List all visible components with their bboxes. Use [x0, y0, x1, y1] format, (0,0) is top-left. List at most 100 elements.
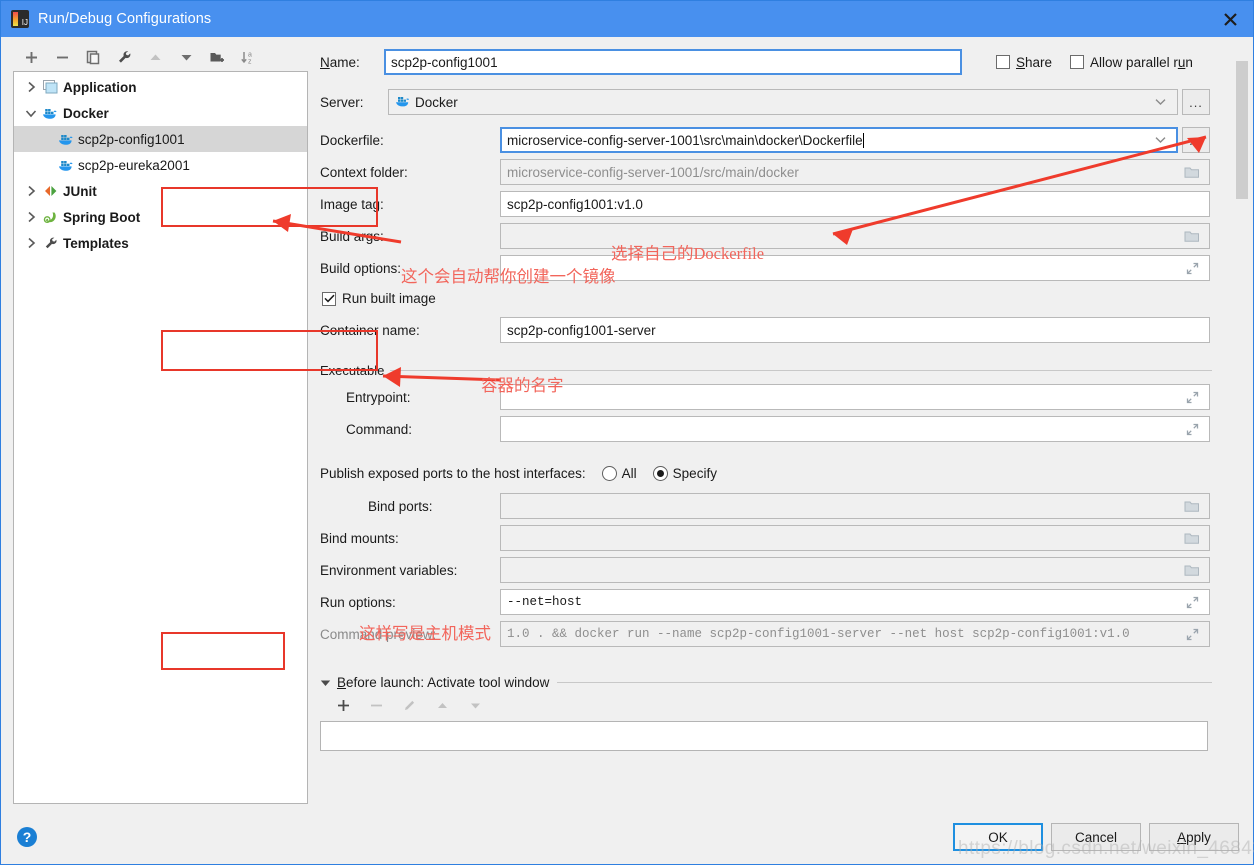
intellij-idea-icon: [11, 10, 29, 28]
build-args-input[interactable]: [500, 223, 1210, 249]
dockerfile-input[interactable]: microservice-config-server-1001\src\main…: [500, 127, 1178, 153]
tree-item-scp2p-eureka2001[interactable]: scp2p-eureka2001: [14, 152, 307, 178]
command-preview-label: Command preview:: [320, 626, 437, 642]
chevron-right-icon[interactable]: [22, 81, 40, 93]
expand-icon[interactable]: [1181, 590, 1203, 614]
folder-icon[interactable]: [1181, 224, 1203, 248]
build-options-label: Build options:: [320, 260, 402, 276]
dialog-body: a z Application Docker scp2p-config1001 scp…: [1, 37, 1253, 810]
environment-variables-input[interactable]: [500, 557, 1210, 583]
server-browse-button[interactable]: ...: [1182, 89, 1210, 115]
tree-item-templates[interactable]: Templates: [14, 230, 307, 256]
tree-item-junit[interactable]: JUnit: [14, 178, 307, 204]
bind-ports-label: Bind ports:: [368, 498, 433, 514]
run-options-value: --net=host: [507, 595, 583, 609]
folder-icon[interactable]: [1181, 558, 1203, 582]
before-launch-add-button[interactable]: [336, 698, 353, 715]
sort-az-icon[interactable]: a z: [240, 49, 257, 66]
tree-item-spring-boot[interactable]: Spring Boot: [14, 204, 307, 230]
before-launch-move-down-button: [468, 698, 485, 715]
configuration-editor: Name: scp2p-config1001 Share Allow paral…: [316, 37, 1253, 810]
server-label: Server:: [320, 94, 364, 110]
expand-icon[interactable]: [1181, 417, 1203, 441]
cancel-button[interactable]: Cancel: [1051, 823, 1141, 851]
form-scrollbar-thumb[interactable]: [1236, 61, 1248, 199]
help-icon[interactable]: ?: [17, 827, 37, 847]
publish-all-label: All: [621, 466, 637, 481]
wrench-icon[interactable]: [116, 49, 133, 66]
publish-ports-label: Publish exposed ports to the host interf…: [320, 466, 586, 481]
publish-specify-label: Specify: [672, 466, 717, 481]
share-checkbox[interactable]: [996, 55, 1010, 69]
triangle-down-icon[interactable]: [320, 675, 331, 690]
container-name-label: Container name:: [320, 322, 420, 338]
minus-icon[interactable]: [54, 49, 71, 66]
chevron-down-icon[interactable]: [1149, 98, 1171, 106]
entrypoint-input[interactable]: [500, 384, 1210, 410]
arrow-down-icon[interactable]: [178, 49, 195, 66]
name-input[interactable]: scp2p-config1001: [384, 49, 962, 75]
environment-variables-label: Environment variables:: [320, 562, 458, 578]
chevron-right-icon[interactable]: [22, 211, 40, 223]
copy-icon[interactable]: [85, 49, 102, 66]
chevron-right-icon[interactable]: [22, 237, 40, 249]
folder-icon[interactable]: [1181, 526, 1203, 550]
dockerfile-label: Dockerfile:: [320, 132, 384, 148]
context-folder-value: microservice-config-server-1001/src/main…: [507, 164, 799, 180]
command-preview-value: 1.0 . && docker run --name scp2p-config1…: [507, 627, 1130, 641]
image-tag-input[interactable]: scp2p-config1001:v1.0: [500, 191, 1210, 217]
executable-group-label: Executable: [320, 363, 385, 378]
folder-icon[interactable]: [1181, 494, 1203, 518]
before-launch-list[interactable]: [320, 721, 1208, 751]
ok-button[interactable]: OK: [953, 823, 1043, 851]
configurations-toolbar: a z: [13, 43, 308, 71]
allow-parallel-run-checkbox[interactable]: [1070, 55, 1085, 69]
command-input[interactable]: [500, 416, 1210, 442]
svg-text:z: z: [248, 58, 252, 65]
chevron-right-icon[interactable]: [22, 185, 40, 197]
apply-button[interactable]: Apply: [1149, 823, 1239, 851]
dialog-title: Run/Debug Configurations: [38, 11, 212, 27]
command-label: Command:: [346, 421, 413, 437]
expand-icon[interactable]: [1181, 385, 1203, 409]
plus-icon[interactable]: [23, 49, 40, 66]
expand-icon[interactable]: [1181, 256, 1203, 280]
dialog-footer: ? OK Cancel Apply: [1, 810, 1253, 864]
run-built-image-label: Run built image: [342, 291, 436, 306]
dialog-button-bar: OK Cancel Apply: [953, 823, 1239, 851]
dialog-titlebar: Run/Debug Configurations: [1, 1, 1253, 37]
chevron-down-icon[interactable]: [1149, 136, 1171, 144]
tree-item-docker[interactable]: Docker: [14, 100, 307, 126]
command-preview-field[interactable]: 1.0 . && docker run --name scp2p-config1…: [500, 621, 1210, 647]
dockerfile-browse-button[interactable]: ...: [1182, 127, 1210, 153]
server-combobox[interactable]: Docker: [395, 94, 458, 110]
configurations-panel: a z Application Docker scp2p-config1001 scp…: [1, 37, 316, 810]
tree-item-label: JUnit: [63, 183, 97, 199]
form-scrollbar[interactable]: [1235, 61, 1249, 751]
wrench-icon: [40, 236, 60, 250]
expand-icon[interactable]: [1181, 622, 1203, 646]
tree-item-scp2p-config1001[interactable]: scp2p-config1001: [14, 126, 307, 152]
folder-icon[interactable]: [1181, 160, 1203, 184]
tree-item-label: scp2p-config1001: [78, 131, 185, 147]
bind-mounts-input[interactable]: [500, 525, 1210, 551]
bind-ports-input[interactable]: [500, 493, 1210, 519]
run-built-image-checkbox[interactable]: [322, 291, 336, 306]
before-launch-remove-button: [369, 698, 386, 715]
configurations-tree[interactable]: Application Docker scp2p-config1001 scp2p-e…: [13, 71, 308, 804]
publish-all-radio[interactable]: [601, 466, 617, 481]
publish-specify-radio[interactable]: [652, 466, 668, 481]
close-icon[interactable]: [1207, 1, 1253, 37]
build-options-input[interactable]: [500, 255, 1210, 281]
docker-icon: [40, 106, 60, 120]
context-folder-input[interactable]: microservice-config-server-1001/src/main…: [500, 159, 1210, 185]
apply-button-label: Apply: [1177, 829, 1211, 845]
chevron-down-icon[interactable]: [22, 109, 40, 118]
entrypoint-label: Entrypoint:: [346, 389, 411, 405]
server-value: Docker: [415, 94, 458, 110]
tree-item-application[interactable]: Application: [14, 74, 307, 100]
folder-add-icon[interactable]: [209, 49, 226, 66]
container-name-input[interactable]: scp2p-config1001-server: [500, 317, 1210, 343]
image-tag-value: scp2p-config1001:v1.0: [507, 196, 643, 212]
run-options-input[interactable]: --net=host: [500, 589, 1210, 615]
